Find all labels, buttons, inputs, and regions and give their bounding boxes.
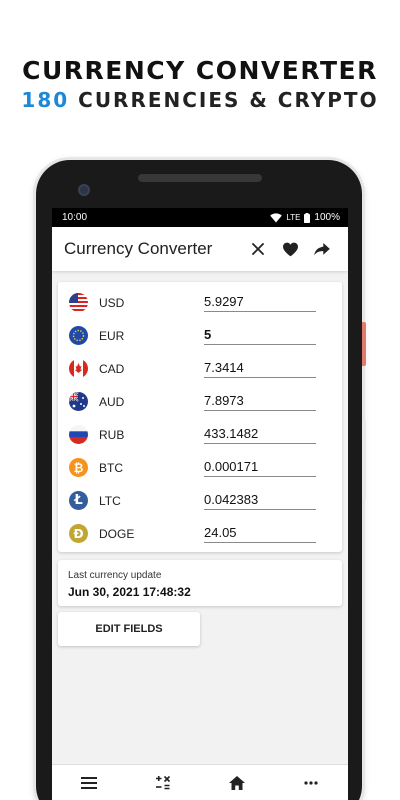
menu-icon[interactable] — [69, 768, 109, 798]
currency-value-field[interactable]: 0.000171 — [204, 459, 316, 474]
status-time: 10:00 — [62, 212, 88, 223]
promo-subtitle-text: CURRENCIES & CRYPTO — [69, 88, 379, 112]
currency-code: AUD — [99, 394, 125, 409]
calculator-icon[interactable] — [143, 768, 183, 798]
list-item[interactable]: USD 5.9297 — [58, 286, 342, 319]
list-item[interactable]: Đ DOGE 24.05 — [58, 517, 342, 550]
bitcoin-icon: ₿ — [69, 458, 88, 477]
battery-level: 100% — [314, 212, 340, 223]
currency-value-field[interactable]: 7.3414 — [204, 360, 316, 375]
canada-flag-icon — [69, 359, 88, 378]
close-icon[interactable] — [242, 233, 274, 265]
app-bar: Currency Converter — [52, 227, 348, 271]
currency-value-field[interactable]: 5 — [204, 327, 316, 342]
currency-value-field[interactable]: 5.9297 — [204, 294, 316, 309]
heart-icon[interactable] — [274, 233, 306, 265]
currency-code: USD — [99, 295, 125, 310]
more-icon[interactable] — [291, 768, 331, 798]
list-item[interactable]: EUR 5 — [58, 319, 342, 352]
status-bar: 10:00 LTE 100% — [52, 208, 348, 227]
bottom-nav — [52, 764, 348, 800]
speaker-grille — [138, 174, 262, 182]
share-icon[interactable] — [306, 233, 338, 265]
us-flag-icon — [69, 293, 88, 312]
promo-title: CURRENCY CONVERTER — [22, 56, 378, 85]
currency-code: CAD — [99, 361, 125, 376]
currency-value-field[interactable]: 433.1482 — [204, 426, 316, 441]
currency-value-field[interactable]: 0.042383 — [204, 492, 316, 507]
litecoin-icon: Ł — [69, 491, 88, 510]
russia-flag-icon — [69, 425, 88, 444]
power-button — [362, 322, 366, 366]
app-title: Currency Converter — [64, 239, 213, 258]
last-update-label: Last currency update — [68, 570, 162, 581]
list-item[interactable]: RUB 433.1482 — [58, 418, 342, 451]
last-update-date: Jun 30, 2021 17:48:32 — [68, 585, 191, 599]
list-item[interactable]: Ł LTC 0.042383 — [58, 484, 342, 517]
promo-subtitle-number: 180 — [21, 88, 70, 112]
phone-screen: 10:00 LTE 100% Currency Converter USD 5.… — [52, 208, 348, 800]
edit-fields-button[interactable]: EDIT FIELDS — [58, 612, 200, 646]
currency-code: RUB — [99, 427, 125, 442]
volume-button — [362, 420, 366, 500]
australia-flag-icon — [69, 392, 88, 411]
network-label: LTE — [286, 213, 301, 222]
last-update-card: Last currency update Jun 30, 2021 17:48:… — [58, 560, 342, 606]
camera-icon — [78, 184, 90, 196]
currency-code: DOGE — [99, 526, 135, 541]
currency-value-field[interactable]: 7.8973 — [204, 393, 316, 408]
currency-value-field[interactable]: 24.05 — [204, 525, 316, 540]
currency-list: USD 5.9297 EUR 5 CAD 7.3414 AUD 7.8973 R… — [58, 282, 342, 552]
home-icon[interactable] — [217, 768, 257, 798]
dogecoin-icon: Đ — [69, 524, 88, 543]
currency-code: BTC — [99, 460, 123, 475]
battery-icon — [304, 212, 311, 223]
promo-subtitle: 180 CURRENCIES & CRYPTO — [0, 88, 400, 112]
eu-flag-icon — [69, 326, 88, 345]
list-item[interactable]: CAD 7.3414 — [58, 352, 342, 385]
currency-code: EUR — [99, 328, 125, 343]
list-item[interactable]: AUD 7.8973 — [58, 385, 342, 418]
list-item[interactable]: ₿ BTC 0.000171 — [58, 451, 342, 484]
wifi-icon — [270, 212, 283, 222]
currency-code: LTC — [99, 493, 121, 508]
